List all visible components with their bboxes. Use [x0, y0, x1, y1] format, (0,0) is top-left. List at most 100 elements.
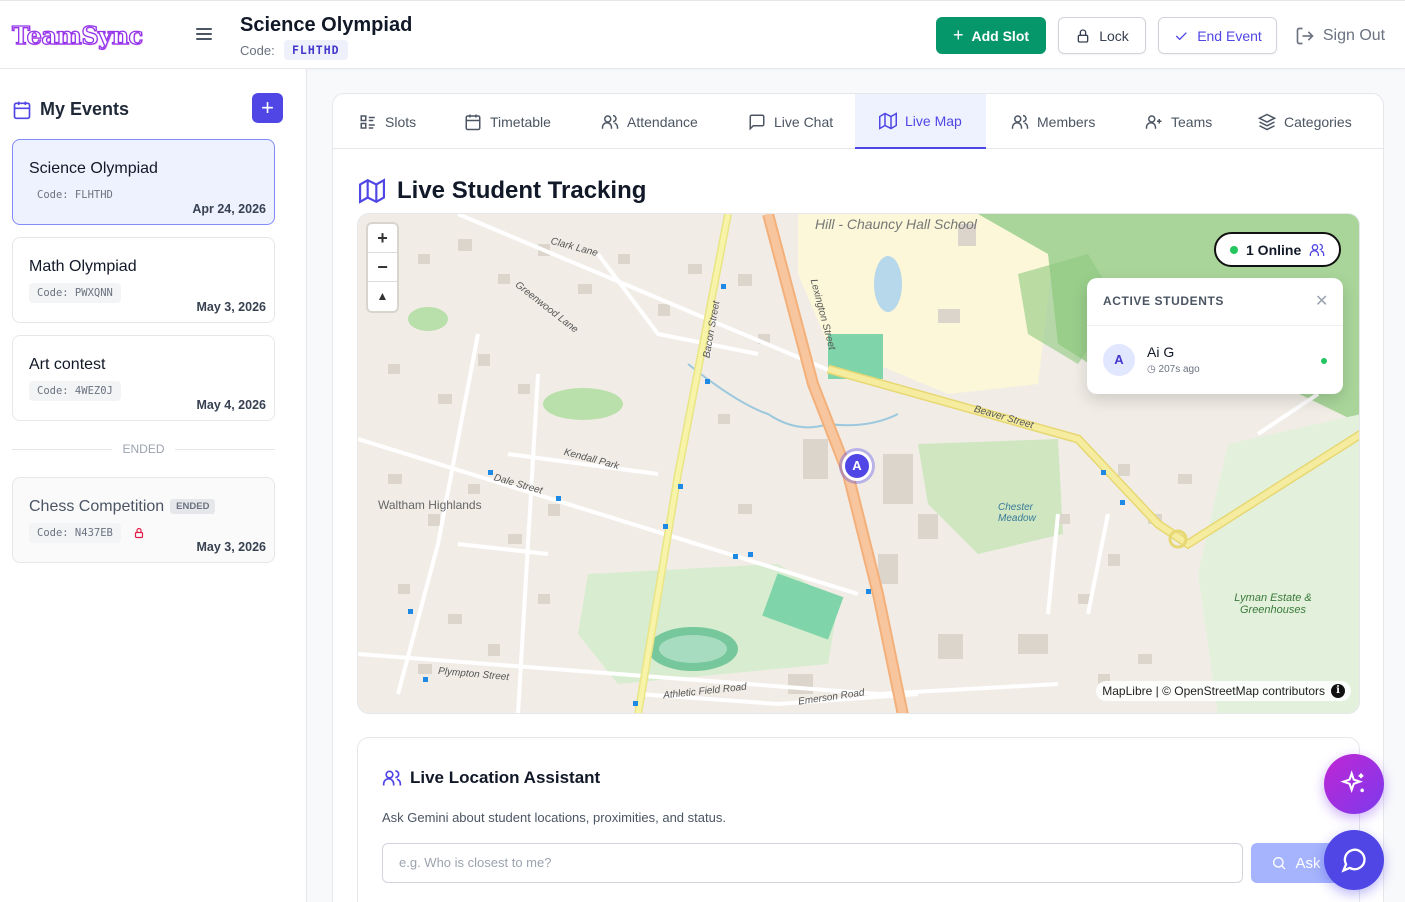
- zoom-in-button[interactable]: +: [368, 224, 397, 253]
- sign-out-button[interactable]: Sign Out: [1290, 17, 1390, 54]
- event-title: Science Olympiad: [240, 14, 413, 36]
- assistant-subtitle: Ask Gemini about student locations, prox…: [382, 810, 726, 825]
- event-code: Code: FLHTHD: [37, 189, 113, 201]
- map-icon: [359, 178, 385, 204]
- map-label-highlands: Waltham Highlands: [378, 498, 482, 512]
- event-card-science-olympiad[interactable]: Science Olympiad Code: FLHTHD Apr 24, 20…: [12, 139, 275, 225]
- live-map[interactable]: Hill - Chauncy Hall School Waltham Highl…: [357, 213, 1360, 714]
- sparkles-icon: [1340, 770, 1364, 794]
- student-map-marker[interactable]: A: [842, 451, 872, 481]
- event-card-chess-competition[interactable]: Chess Competition ENDED Code: N437EB May …: [12, 477, 275, 563]
- tab-attendance[interactable]: Attendance: [597, 94, 702, 149]
- assistant-input[interactable]: e.g. Who is closest to me?: [382, 843, 1243, 883]
- tab-live-chat[interactable]: Live Chat: [744, 94, 837, 149]
- tab-label: Categories: [1284, 113, 1352, 130]
- calendar-icon: [13, 101, 31, 119]
- search-icon: [1273, 857, 1286, 870]
- chat-bubble-icon: [1341, 848, 1366, 873]
- tab-label: Attendance: [627, 113, 698, 130]
- ai-assistant-fab[interactable]: [1324, 754, 1384, 814]
- zoom-controls: + − ▲: [368, 224, 397, 311]
- event-name: Math Olympiad: [29, 258, 137, 275]
- tab-teams[interactable]: Teams: [1141, 94, 1216, 149]
- event-date: Apr 24, 2026: [192, 202, 266, 216]
- my-events-title: My Events: [40, 99, 130, 119]
- event-card-math-olympiad[interactable]: Math Olympiad Code: PWXQNN May 3, 2026: [12, 237, 275, 323]
- student-name[interactable]: Ai G: [1147, 344, 1174, 360]
- live-tracking-title: Live Student Tracking: [397, 177, 647, 204]
- tab-label: Timetable: [490, 113, 551, 130]
- avatar[interactable]: A: [1103, 344, 1135, 376]
- tab-slots[interactable]: Slots: [355, 94, 420, 149]
- lock-button[interactable]: Lock: [1058, 17, 1146, 54]
- clock-icon: ◷: [1147, 364, 1156, 375]
- top-header: TeamSync Science Olympiad Code: FLHTHD +…: [0, 0, 1405, 69]
- last-seen-text: 207s ago: [1158, 364, 1200, 375]
- close-icon[interactable]: ✕: [1315, 291, 1329, 311]
- main-panel: Slots Timetable Attendance Live Chat Liv…: [332, 93, 1384, 902]
- event-code: Code: N437EB: [29, 523, 121, 543]
- zoom-out-button[interactable]: −: [368, 253, 397, 282]
- end-event-label: End Event: [1197, 27, 1262, 44]
- users-icon: [382, 770, 402, 786]
- event-code: Code: PWXQNN: [29, 283, 121, 303]
- assistant-title: Live Location Assistant: [410, 768, 601, 787]
- active-students-panel: ACTIVE STUDENTS ✕ A Ai G ◷ 207s ago: [1087, 278, 1343, 394]
- calendar-icon: [465, 114, 481, 130]
- tab-bar: Slots Timetable Attendance Live Chat Liv…: [333, 94, 1383, 149]
- lock-icon: [1077, 28, 1089, 43]
- live-tracking-heading: Live Student Tracking: [359, 177, 646, 205]
- online-count-badge[interactable]: 1 Online: [1214, 232, 1342, 267]
- event-date: May 3, 2026: [196, 540, 267, 554]
- plus-icon: +: [952, 25, 964, 45]
- chat-icon: [749, 114, 765, 131]
- tab-label: Teams: [1171, 113, 1213, 130]
- code-label: Code:: [240, 43, 275, 58]
- ask-label: Ask: [1295, 854, 1321, 872]
- event-code-text: Code: N437EB: [37, 527, 113, 539]
- end-event-button[interactable]: End Event: [1158, 17, 1277, 54]
- active-students-header: ACTIVE STUDENTS ✕: [1087, 278, 1343, 326]
- add-slot-button[interactable]: + Add Slot: [936, 17, 1046, 54]
- tab-categories[interactable]: Categories: [1254, 94, 1356, 149]
- map-label-chester: Chester Meadow: [998, 502, 1036, 524]
- event-date: May 3, 2026: [196, 300, 267, 314]
- student-last-seen: ◷ 207s ago: [1147, 364, 1200, 375]
- check-icon: [1176, 31, 1187, 40]
- ended-badge: ENDED: [170, 499, 216, 515]
- event-code: FLHTHD: [284, 40, 348, 60]
- sign-out-label: Sign Out: [1322, 26, 1386, 44]
- event-name: Chess Competition ENDED: [29, 498, 216, 516]
- chat-fab[interactable]: [1324, 830, 1384, 890]
- location-assistant-card: Live Location Assistant Ask Gemini about…: [357, 737, 1360, 902]
- users-icon: [1309, 243, 1325, 256]
- tab-label: Live Map: [905, 112, 962, 129]
- online-status-dot: [1321, 358, 1327, 364]
- tab-members[interactable]: Members: [1007, 94, 1099, 149]
- event-date: May 4, 2026: [196, 398, 267, 412]
- event-card-art-contest[interactable]: Art contest Code: 4WEZ0J May 4, 2026: [12, 335, 275, 421]
- map-label-school: Hill - Chauncy Hall School: [815, 216, 977, 232]
- logout-icon: [1296, 27, 1314, 44]
- menu-icon[interactable]: [196, 25, 216, 45]
- users-icon: [1011, 114, 1029, 129]
- active-students-title: ACTIVE STUDENTS: [1103, 294, 1225, 308]
- tab-label: Live Chat: [774, 113, 834, 130]
- tab-timetable[interactable]: Timetable: [460, 94, 555, 149]
- app-logo[interactable]: TeamSync: [11, 20, 143, 50]
- info-icon[interactable]: i: [1331, 684, 1345, 698]
- event-name: Art contest: [29, 356, 106, 373]
- user-plus-icon: [1145, 114, 1162, 129]
- attribution-text[interactable]: MapLibre | © OpenStreetMap contributors: [1102, 684, 1325, 698]
- compass-button[interactable]: ▲: [368, 282, 397, 311]
- tab-label: Slots: [385, 113, 417, 130]
- ended-separator: ENDED: [12, 441, 275, 457]
- event-code: Code: 4WEZ0J: [29, 381, 121, 401]
- event-name-text: Chess Competition: [29, 498, 165, 515]
- online-dot: [1230, 245, 1238, 254]
- my-events-heading: My Events: [12, 99, 129, 120]
- event-name: Science Olympiad: [29, 160, 158, 177]
- add-event-button[interactable]: +: [252, 93, 283, 123]
- tab-label: Members: [1037, 113, 1096, 130]
- tab-live-map[interactable]: Live Map: [855, 94, 986, 149]
